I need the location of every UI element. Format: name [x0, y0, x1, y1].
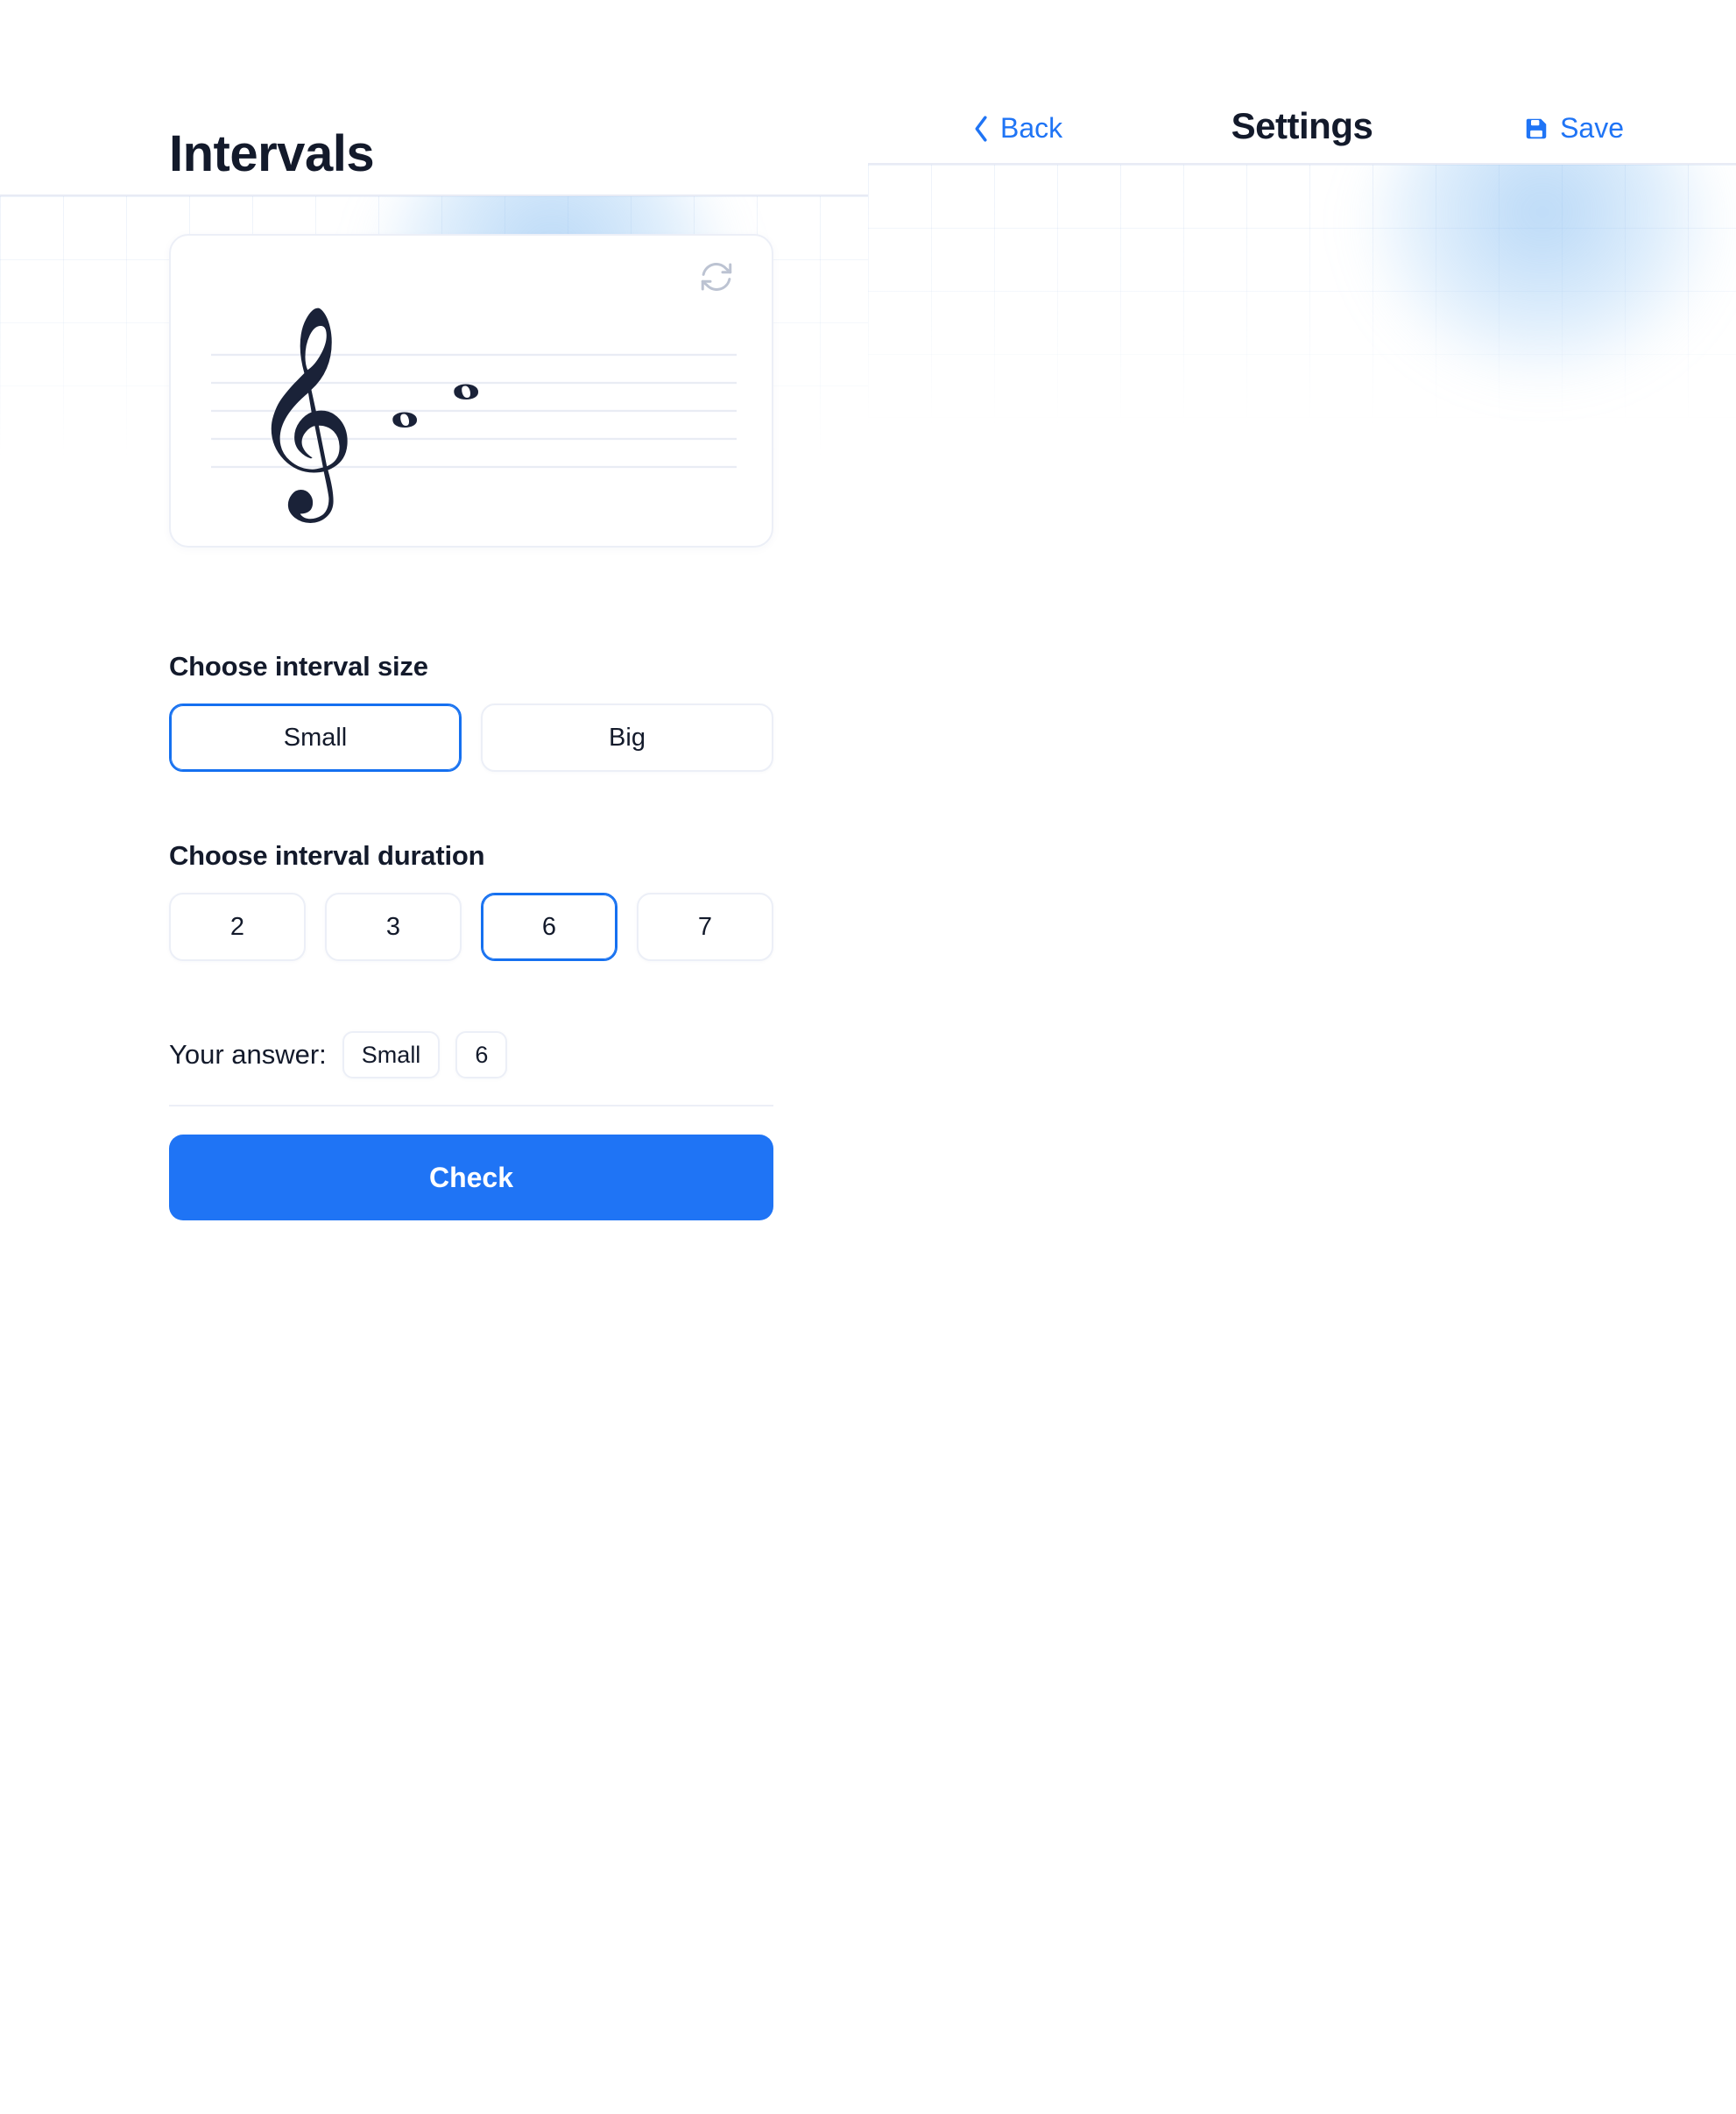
divider: [169, 1105, 773, 1106]
interval-size-label: Choose interval size: [169, 651, 428, 682]
settings-header: Back Settings Save: [868, 0, 1736, 163]
duration-option-2[interactable]: 2: [169, 893, 306, 961]
check-button[interactable]: Check: [169, 1135, 773, 1220]
answer-row: Your answer: Small 6: [169, 1031, 773, 1078]
save-button[interactable]: Save: [1523, 112, 1624, 145]
treble-clef-icon: 𝄞: [250, 303, 356, 523]
music-staff: 𝄞 𝅝 𝅝: [171, 236, 772, 546]
duration-option-6[interactable]: 6: [481, 893, 617, 961]
decorative-background-right: [868, 163, 1736, 426]
check-area: Check: [169, 1105, 773, 1220]
staff-notation: 𝄞 𝅝 𝅝: [211, 303, 737, 523]
interval-duration-options: 2 3 6 7: [169, 893, 773, 961]
duration-option-3[interactable]: 3: [325, 893, 462, 961]
blue-glow-blob: [1358, 165, 1726, 385]
duration-option-7[interactable]: 7: [637, 893, 773, 961]
game-panel: Intervals 𝄞 𝅝 𝅝 Choose interval size Sma…: [0, 0, 868, 2114]
interval-size-group: Choose interval size Small Big: [169, 651, 773, 772]
floppy-disk-icon: [1526, 118, 1547, 138]
whole-note-icon: 𝅝: [451, 329, 481, 417]
answer-chip-size: Small: [342, 1031, 441, 1078]
interval-duration-group: Choose interval duration 2 3 6 7: [169, 840, 773, 961]
app-root: Intervals 𝄞 𝅝 𝅝 Choose interval size Sma…: [0, 0, 1736, 2114]
grid-pattern: [868, 165, 1736, 426]
answer-summary: Your answer: Small 6: [169, 1031, 773, 1078]
answer-label: Your answer:: [169, 1039, 327, 1070]
answer-chip-duration: 6: [455, 1031, 508, 1078]
interval-duration-label: Choose interval duration: [169, 840, 485, 871]
interval-size-option-big[interactable]: Big: [481, 703, 773, 772]
page-title: Intervals: [169, 125, 375, 182]
whole-note-icon: 𝅝: [390, 357, 420, 445]
settings-panel: Back Settings Save Games amount − 30: [868, 0, 1736, 2114]
staff-card: 𝄞 𝅝 𝅝: [169, 234, 773, 548]
interval-size-options: Small Big: [169, 703, 773, 772]
save-label: Save: [1560, 112, 1624, 144]
interval-size-option-small[interactable]: Small: [169, 703, 462, 772]
